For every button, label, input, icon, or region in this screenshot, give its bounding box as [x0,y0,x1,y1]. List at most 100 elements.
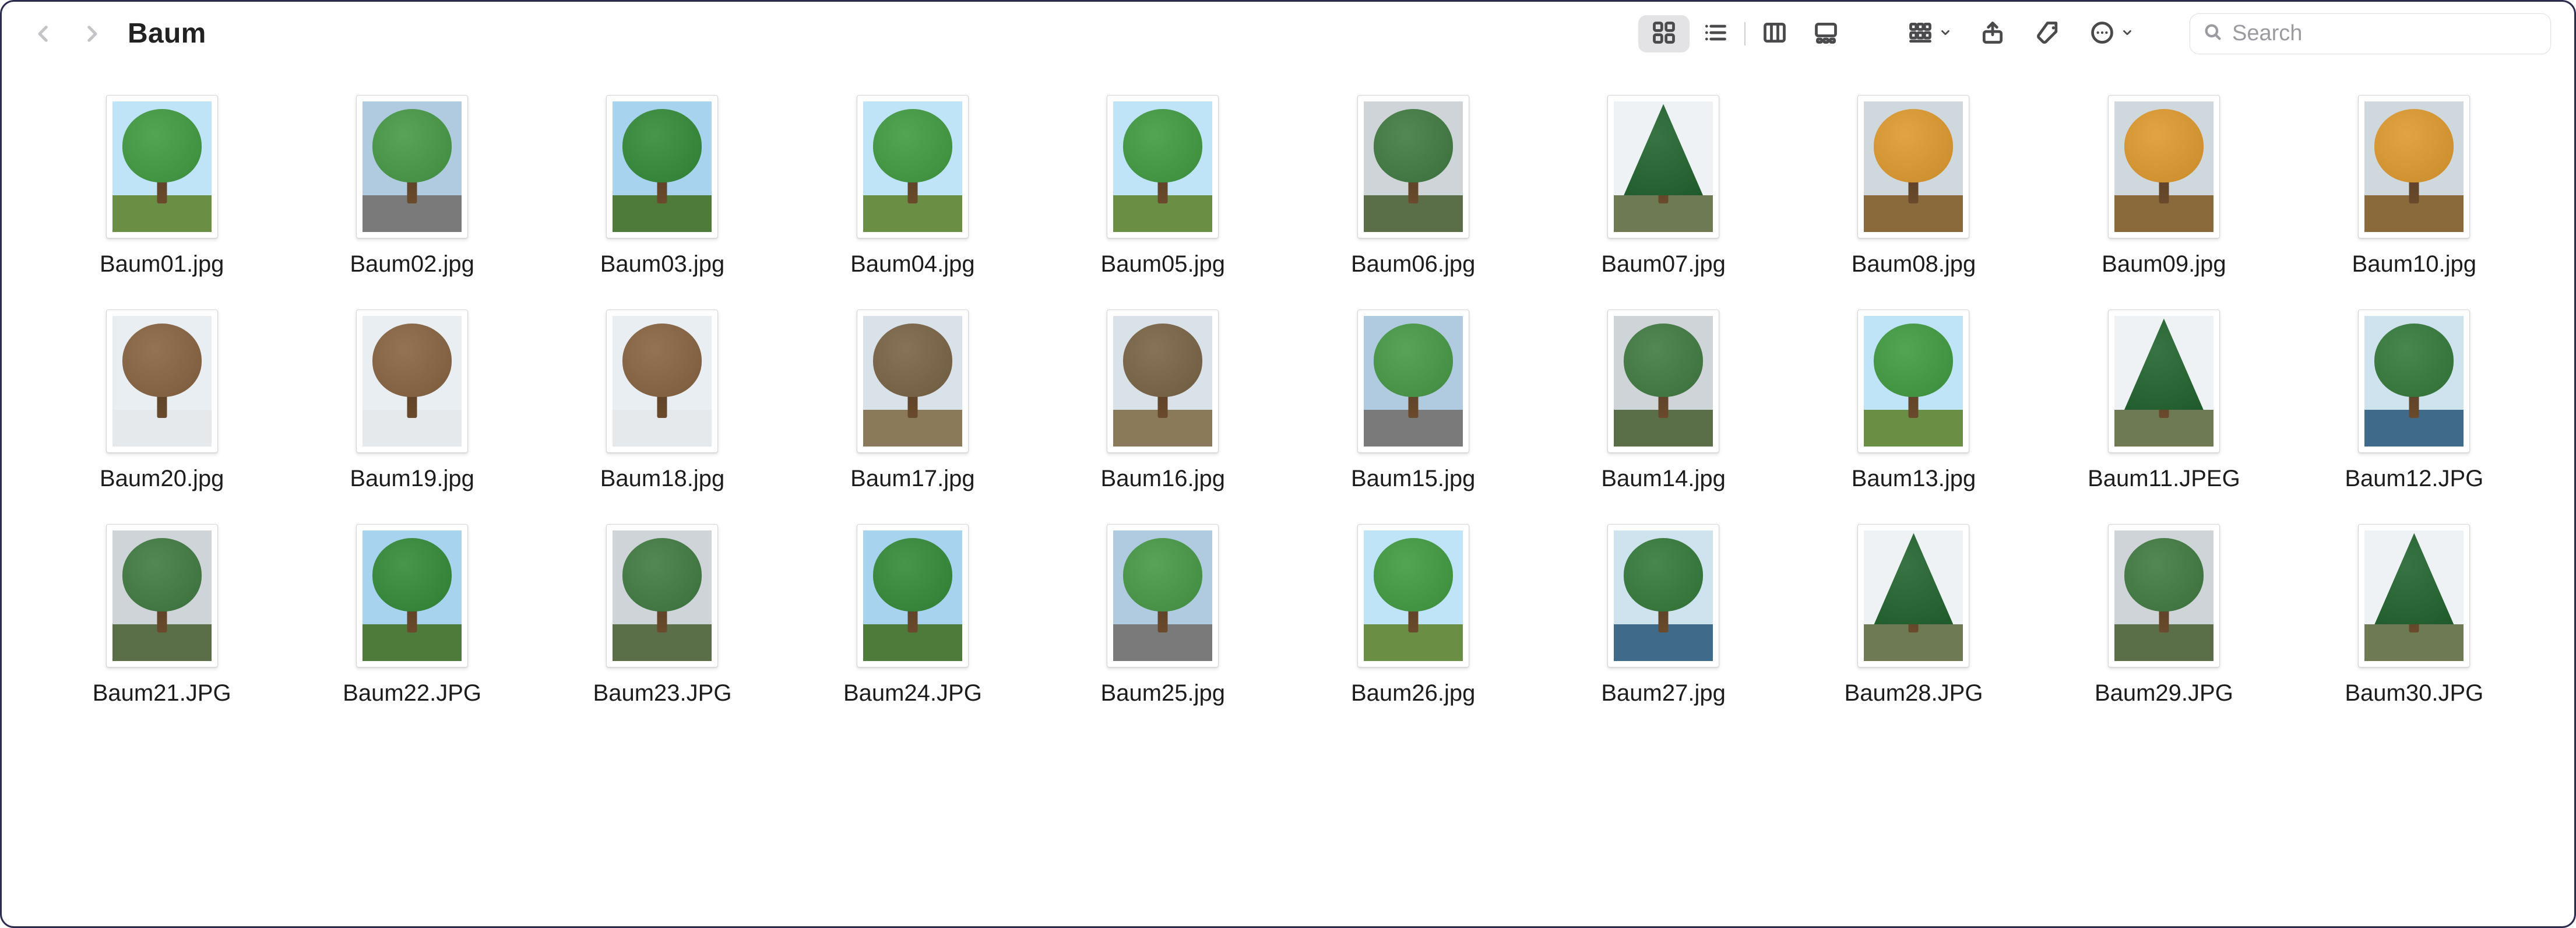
file-item[interactable]: Baum25.jpg [1050,524,1276,706]
file-item[interactable]: Baum10.jpg [2301,95,2528,277]
file-item[interactable]: Baum03.jpg [549,95,776,277]
file-thumbnail [2108,310,2220,453]
file-thumbnail [1607,310,1719,453]
file-item[interactable]: Baum16.jpg [1050,310,1276,491]
file-thumbnail [2358,524,2470,667]
file-thumbnail [356,95,468,238]
file-item[interactable]: Baum23.JPG [549,524,776,706]
chevron-down-icon [2121,26,2134,41]
file-item[interactable]: Baum22.JPG [298,524,525,706]
file-item[interactable]: Baum09.jpg [2050,95,2277,277]
file-thumbnail [857,95,969,238]
file-label: Baum07.jpg [1601,251,1725,277]
file-item[interactable]: Baum08.jpg [1800,95,2027,277]
view-list-button[interactable] [1690,15,1741,52]
view-columns-button[interactable] [1749,15,1800,52]
file-item[interactable]: Baum04.jpg [799,95,1026,277]
file-item[interactable]: Baum02.jpg [298,95,525,277]
file-label: Baum08.jpg [1852,251,1976,277]
file-thumbnail [1357,310,1469,453]
file-thumbnail [106,95,218,238]
file-item[interactable]: Baum01.jpg [48,95,275,277]
search-field[interactable] [2190,13,2551,54]
divider [1744,22,1746,45]
search-icon [2203,22,2223,45]
file-label: Baum16.jpg [1101,466,1225,491]
view-gallery-button[interactable] [1800,15,1852,52]
file-item[interactable]: Baum26.jpg [1300,524,1526,706]
file-thumbnail [1107,524,1219,667]
file-thumbnail [1357,95,1469,238]
file-item[interactable]: Baum30.JPG [2301,524,2528,706]
content-area[interactable]: Baum01.jpg Baum02.jpg Baum03.jpg Baum04.jpg… [2,66,2574,926]
file-label: Baum21.JPG [93,680,231,706]
file-label: Baum19.jpg [350,466,474,491]
back-button[interactable] [30,20,58,48]
view-mode-group [1638,15,1852,52]
view-icons-button[interactable] [1638,15,1690,52]
columns-icon [1762,20,1787,47]
file-thumbnail [1107,310,1219,453]
grid-icon [1651,20,1677,47]
file-item[interactable]: Baum05.jpg [1050,95,1276,277]
file-item[interactable]: Baum28.JPG [1800,524,2027,706]
file-thumbnail [1607,95,1719,238]
file-label: Baum20.jpg [100,466,224,491]
file-thumbnail [1607,524,1719,667]
more-actions-button[interactable] [2088,17,2135,50]
file-thumbnail [1857,524,1969,667]
file-thumbnail [2108,95,2220,238]
group-icon [1908,20,1933,47]
file-thumbnail [2108,524,2220,667]
file-label: Baum01.jpg [100,251,224,277]
file-item[interactable]: Baum27.jpg [1550,524,1776,706]
file-item[interactable]: Baum12.JPG [2301,310,2528,491]
file-item[interactable]: Baum24.JPG [799,524,1026,706]
file-thumbnail [106,524,218,667]
file-label: Baum10.jpg [2352,251,2476,277]
file-item[interactable]: Baum11.JPEG [2050,310,2277,491]
group-by-button[interactable] [1906,17,1953,50]
file-thumbnail [1857,95,1969,238]
file-thumbnail [356,524,468,667]
file-label: Baum23.JPG [593,680,732,706]
list-icon [1702,20,1728,47]
file-label: Baum25.jpg [1101,680,1225,706]
toolbar: Baum [2,2,2574,66]
file-item[interactable]: Baum18.jpg [549,310,776,491]
file-item[interactable]: Baum29.JPG [2050,524,2277,706]
file-thumbnail [606,95,718,238]
file-label: Baum15.jpg [1351,466,1475,491]
file-item[interactable]: Baum06.jpg [1300,95,1526,277]
file-thumbnail [857,524,969,667]
chevron-down-icon [1939,26,1952,41]
file-label: Baum28.JPG [1845,680,1983,706]
file-thumbnail [2358,310,2470,453]
tags-button[interactable] [2032,17,2065,50]
file-item[interactable]: Baum21.JPG [48,524,275,706]
gallery-icon [1813,20,1839,47]
file-thumbnail [1357,524,1469,667]
file-label: Baum14.jpg [1601,466,1725,491]
file-label: Baum30.JPG [2345,680,2483,706]
file-item[interactable]: Baum14.jpg [1550,310,1776,491]
file-item[interactable]: Baum15.jpg [1300,310,1526,491]
search-input[interactable] [2231,20,2538,47]
file-item[interactable]: Baum17.jpg [799,310,1026,491]
file-label: Baum02.jpg [350,251,474,277]
file-item[interactable]: Baum13.jpg [1800,310,2027,491]
file-thumbnail [2358,95,2470,238]
tag-icon [2036,20,2061,47]
file-thumbnail [1107,95,1219,238]
forward-button[interactable] [78,20,105,48]
nav-group: Baum [30,17,206,50]
file-grid: Baum01.jpg Baum02.jpg Baum03.jpg Baum04.jpg… [48,95,2528,706]
file-item[interactable]: Baum07.jpg [1550,95,1776,277]
file-item[interactable]: Baum19.jpg [298,310,525,491]
file-item[interactable]: Baum20.jpg [48,310,275,491]
file-label: Baum09.jpg [2102,251,2226,277]
file-thumbnail [606,524,718,667]
share-button[interactable] [1976,17,2009,50]
file-label: Baum06.jpg [1351,251,1475,277]
file-label: Baum04.jpg [850,251,974,277]
